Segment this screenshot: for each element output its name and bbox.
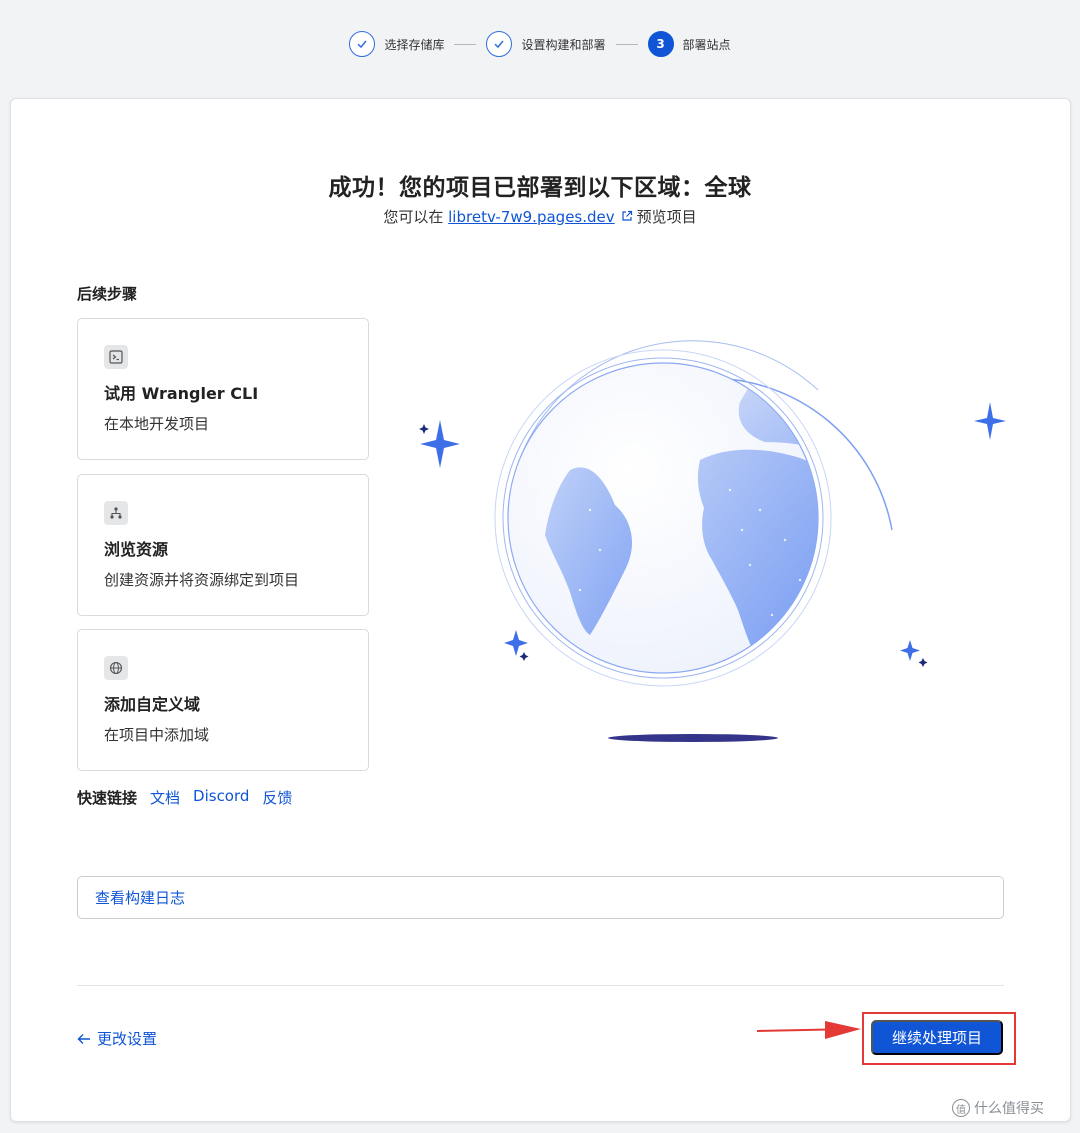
change-settings-label: 更改设置	[97, 1030, 158, 1048]
check-icon	[349, 31, 376, 57]
step-separator	[454, 43, 477, 45]
step-card-title: 试用 Wrangler CLI	[104, 384, 259, 403]
watermark-text: 什么值得买	[974, 1101, 1044, 1117]
link-feedback[interactable]: 反馈	[262, 787, 292, 808]
watermark: 值 什么值得买	[952, 1098, 1044, 1118]
check-icon	[486, 31, 513, 57]
step-card-custom-domain[interactable]: 添加自定义域 在项目中添加域	[77, 629, 369, 771]
step-card-title: 浏览资源	[104, 540, 169, 559]
link-discord[interactable]: Discord	[193, 787, 249, 808]
page-subtitle: 您可以在 libretv-7w9.pages.dev 预览项目	[0, 206, 1080, 227]
step-3: 3 部署站点	[647, 31, 731, 57]
step-card-wrangler[interactable]: 试用 Wrangler CLI 在本地开发项目	[77, 318, 369, 460]
preview-link[interactable]: libretv-7w9.pages.dev	[448, 208, 615, 226]
page-title: 成功！您的项目已部署到以下区域：全球	[328, 175, 752, 201]
arrow-left-icon	[77, 1033, 90, 1044]
progress-stepper: 选择存储库 设置构建和部署 3 部署站点	[0, 28, 1080, 60]
step-label: 选择存储库	[384, 37, 445, 52]
divider	[77, 985, 1004, 986]
view-build-logs-button[interactable]: 查看构建日志	[77, 876, 1004, 919]
annotation-arrow-icon	[757, 1021, 861, 1039]
step-card-desc: 创建资源并将资源绑定到项目	[104, 571, 300, 589]
subtitle-suffix: 预览项目	[636, 208, 697, 226]
change-settings-link[interactable]: 更改设置	[77, 1028, 157, 1049]
step-label: 设置构建和部署	[521, 37, 606, 52]
step-1: 选择存储库	[349, 31, 444, 57]
step-number: 3	[647, 31, 674, 57]
watermark-logo-icon: 值	[952, 1099, 970, 1117]
quick-links: 快速链接 文档 Discord 反馈	[77, 787, 292, 808]
step-separator	[615, 43, 638, 45]
step-card-title: 添加自定义域	[104, 695, 201, 714]
hierarchy-icon	[104, 501, 128, 525]
external-link-icon[interactable]	[621, 210, 633, 222]
step-card-desc: 在本地开发项目	[104, 415, 210, 433]
continue-project-button[interactable]: 继续处理项目	[871, 1020, 1003, 1055]
step-2: 设置构建和部署	[486, 31, 606, 57]
step-label: 部署站点	[682, 37, 731, 52]
subtitle-prefix: 您可以在	[383, 208, 444, 226]
globe-illustration	[400, 330, 1020, 760]
terminal-icon	[104, 345, 128, 369]
next-steps-heading: 后续步骤	[77, 285, 138, 303]
globe-icon	[104, 656, 128, 680]
link-docs[interactable]: 文档	[150, 787, 180, 808]
quick-links-label: 快速链接	[77, 789, 138, 807]
step-card-resources[interactable]: 浏览资源 创建资源并将资源绑定到项目	[77, 474, 369, 616]
step-card-desc: 在项目中添加域	[104, 726, 210, 744]
